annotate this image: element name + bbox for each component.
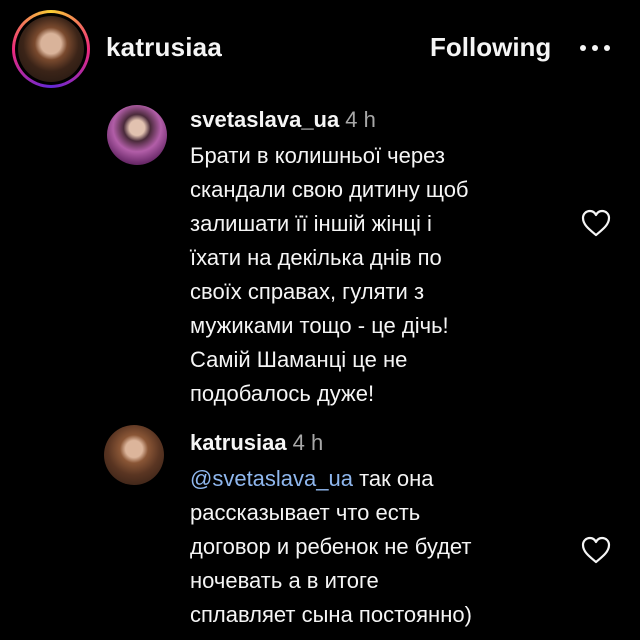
header-username[interactable]: katrusiaa — [106, 32, 222, 63]
comment-username[interactable]: svetaslava_ua — [190, 107, 339, 132]
commenter-avatar[interactable] — [107, 105, 167, 165]
commenter-avatar[interactable] — [104, 425, 164, 485]
comment-header: katrusiaa 4 h — [190, 430, 323, 456]
mention-link[interactable]: @svetaslava_ua — [190, 466, 353, 491]
comment-timestamp: 4 h — [345, 107, 376, 132]
post-header: katrusiaa Following — [0, 0, 640, 104]
comment-timestamp: 4 h — [292, 430, 324, 455]
comment-username[interactable]: katrusiaa — [190, 430, 287, 455]
following-button[interactable]: Following — [430, 32, 551, 63]
heart-outline-icon[interactable] — [580, 208, 612, 238]
avatar[interactable] — [18, 16, 84, 82]
comment-text: Брати в колишньої через скандали свою ди… — [190, 143, 469, 406]
heart-outline-icon[interactable] — [580, 535, 612, 565]
comment-text: @svetaslava_ua так она рассказывает что … — [190, 462, 570, 632]
more-horizontal-icon[interactable] — [578, 36, 612, 60]
comment-header: svetaslava_ua 4 h — [190, 107, 376, 133]
story-ring[interactable] — [12, 10, 90, 88]
